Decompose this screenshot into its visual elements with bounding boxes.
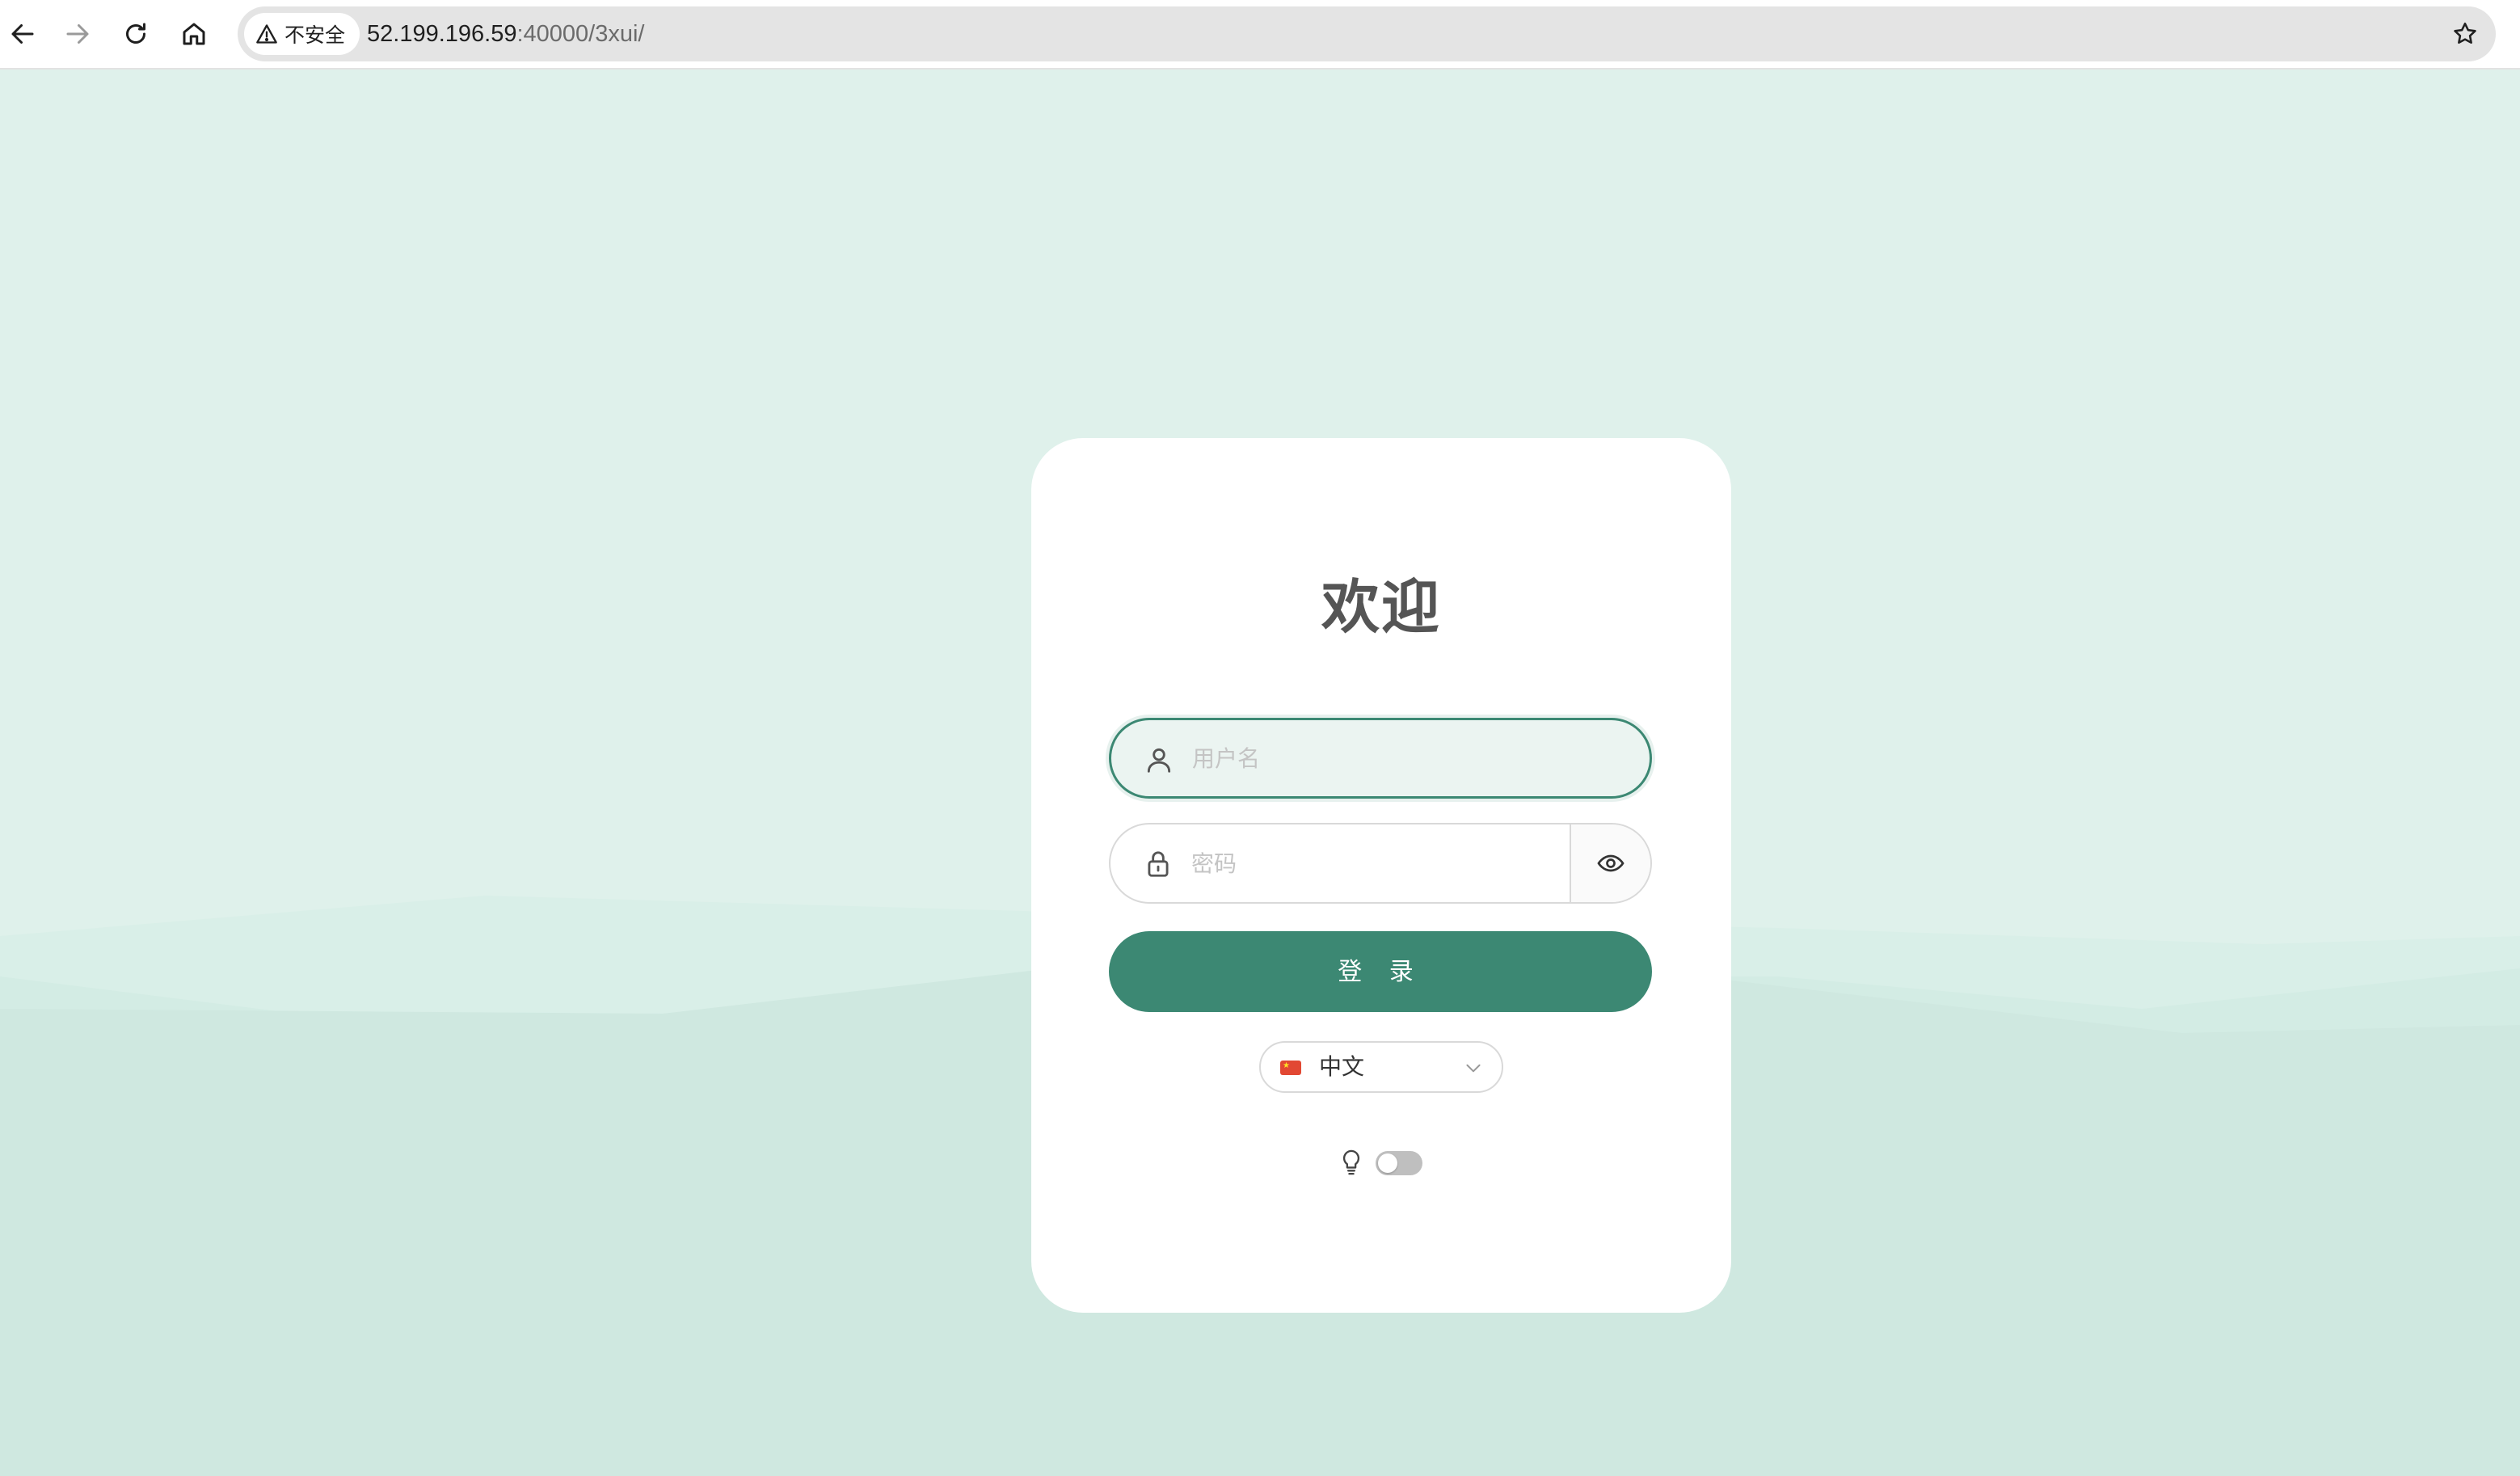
login-card: 欢迎 登 录 ★ 中文 xyxy=(1031,438,1731,1313)
language-select[interactable]: ★ 中文 xyxy=(1259,1041,1503,1093)
back-button[interactable] xyxy=(0,11,45,57)
lock-icon xyxy=(1143,849,1174,879)
login-button[interactable]: 登 录 xyxy=(1109,931,1652,1012)
toggle-knob xyxy=(1378,1153,1397,1173)
arrow-left-icon xyxy=(11,24,34,44)
dark-mode-toggle[interactable] xyxy=(1376,1151,1422,1175)
star-icon xyxy=(2454,22,2476,44)
security-indicator[interactable]: 不安全 xyxy=(244,13,360,55)
home-icon xyxy=(183,23,205,45)
username-field[interactable] xyxy=(1109,718,1652,799)
username-input[interactable] xyxy=(1190,720,1562,796)
security-label: 不安全 xyxy=(284,23,346,47)
china-flag-icon: ★ xyxy=(1280,1061,1301,1075)
bulb-icon xyxy=(1338,1148,1364,1177)
browser-toolbar: 不安全 52.199.196.59:40000/3xui/ xyxy=(0,0,2520,70)
login-page: 欢迎 登 录 ★ 中文 xyxy=(0,71,2520,1476)
toggle-password-visibility-button[interactable] xyxy=(1570,824,1650,902)
chevron-down-icon xyxy=(1463,1057,1484,1078)
arrow-right-icon xyxy=(66,24,89,44)
theme-switcher xyxy=(1338,1146,1435,1179)
reload-icon xyxy=(126,23,145,44)
url-text[interactable]: 52.199.196.59:40000/3xui/ xyxy=(367,6,644,61)
user-icon xyxy=(1144,744,1174,775)
password-field[interactable] xyxy=(1109,823,1652,904)
bookmark-button[interactable] xyxy=(2449,18,2481,50)
forward-button[interactable] xyxy=(55,11,100,57)
page-title: 欢迎 xyxy=(1321,573,1441,641)
eye-icon xyxy=(1597,854,1625,872)
language-selected-value: 中文 xyxy=(1319,1053,1365,1080)
url-path: :40000/3xui/ xyxy=(516,21,645,47)
reload-button[interactable] xyxy=(113,11,158,57)
address-bar[interactable]: 不安全 52.199.196.59:40000/3xui/ xyxy=(238,6,2496,61)
home-button[interactable] xyxy=(171,11,217,57)
warning-triangle-icon xyxy=(256,24,277,44)
url-host: 52.199.196.59 xyxy=(367,21,517,47)
password-input[interactable] xyxy=(1190,824,1561,902)
